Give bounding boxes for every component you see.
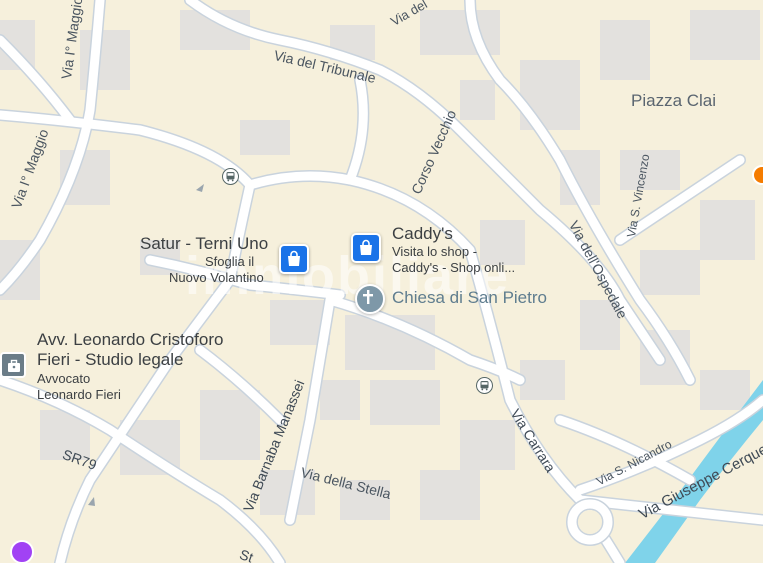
poi-title-satur[interactable]: Satur - Terni Uno bbox=[140, 234, 268, 254]
shopping-bag-icon bbox=[288, 250, 300, 266]
poi-sub1-avv: Avvocato bbox=[37, 371, 91, 386]
poi-pin-chiesa[interactable] bbox=[355, 284, 385, 314]
square-label-piazza-clai[interactable]: Piazza Clai bbox=[631, 91, 716, 111]
poi-pin-avv[interactable] bbox=[0, 352, 26, 378]
poi-title1-avv[interactable]: Avv. Leonardo Cristoforo bbox=[37, 330, 223, 350]
poi-pin-landmark[interactable] bbox=[10, 540, 34, 563]
poi-sub2-caddys: Caddy's - Shop onli... bbox=[392, 260, 516, 275]
bus-stop-icon[interactable] bbox=[476, 377, 493, 394]
poi-title2-avv[interactable]: Fieri - Studio legale bbox=[37, 350, 183, 370]
poi-pin-satur[interactable] bbox=[279, 244, 309, 274]
poi-title-caddys[interactable]: Caddy's bbox=[392, 224, 453, 244]
poi-pin-caddys[interactable] bbox=[351, 233, 381, 263]
bus-stop-icon[interactable] bbox=[222, 168, 239, 185]
shopping-bag-icon bbox=[360, 239, 372, 255]
cross-icon bbox=[363, 290, 373, 304]
map-canvas[interactable]: immobiliare Via del Tribunale Via I° Mag… bbox=[0, 0, 763, 563]
poi-sub1-caddys: Visita lo shop - bbox=[392, 244, 478, 259]
poi-sub1-satur: Sfoglia il bbox=[205, 254, 255, 269]
poi-title-chiesa[interactable]: Chiesa di San Pietro bbox=[392, 288, 547, 308]
poi-sub2-avv: Leonardo Fieri bbox=[37, 387, 121, 402]
poi-sub2-satur: Nuovo Volantino bbox=[169, 270, 264, 285]
bus-icon bbox=[226, 172, 235, 182]
bus-icon bbox=[480, 381, 489, 391]
briefcase-icon bbox=[8, 359, 20, 372]
